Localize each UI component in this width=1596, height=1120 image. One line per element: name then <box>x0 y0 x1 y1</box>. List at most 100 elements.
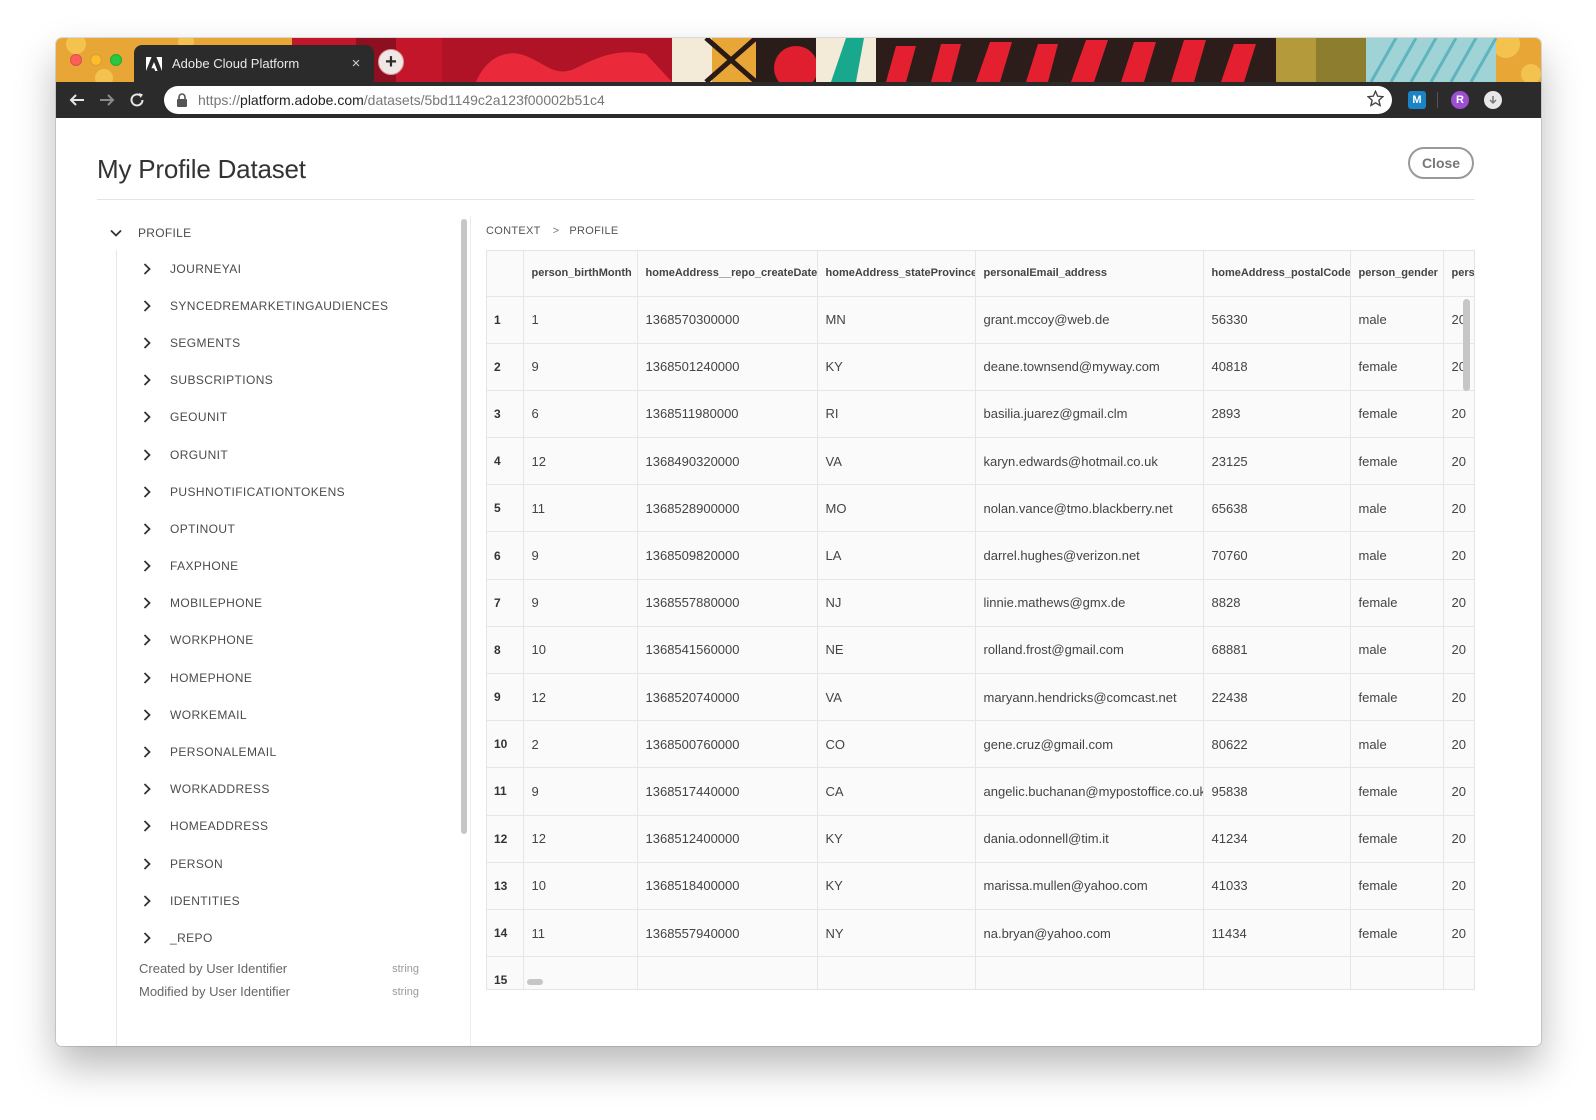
table-cell: 9 <box>523 531 638 580</box>
back-button[interactable] <box>62 85 92 115</box>
tree-item-identities[interactable]: IDENTITIES <box>116 882 463 919</box>
column-header[interactable]: homeAddress_stateProvince <box>817 251 976 297</box>
tree-item-segments[interactable]: SEGMENTS <box>116 324 463 361</box>
star-icon[interactable] <box>1367 90 1384 107</box>
window-maximize-button[interactable] <box>110 54 122 66</box>
tree-item-label: MOBILEPHONE <box>170 596 263 611</box>
forward-button[interactable] <box>92 85 122 115</box>
page-title: My Profile Dataset <box>97 154 306 184</box>
tree-item-journeyai[interactable]: JOURNEYAI <box>116 250 463 287</box>
table-cell: VA <box>817 673 976 722</box>
tree-item-label: SUBSCRIPTIONS <box>170 373 274 388</box>
table-cell: 9 <box>523 767 638 816</box>
tree-item-homeaddress[interactable]: HOMEADDRESS <box>116 808 463 845</box>
close-button[interactable]: Close <box>1408 147 1474 179</box>
table-cell: 12 <box>523 437 638 486</box>
table-horizontal-scrollbar[interactable] <box>527 979 543 985</box>
column-header[interactable]: personalEmail_address <box>975 251 1204 297</box>
row-number: 6 <box>487 531 524 580</box>
table-row[interactable]: 8 10 1368541560000 NE rolland.frost@gmail.co… <box>487 626 1474 675</box>
table-row[interactable]: 9 12 1368520740000 VA maryann.hendricks@comc… <box>487 673 1474 722</box>
table-cell: 20 <box>1443 296 1474 344</box>
table-cell: 12 <box>523 673 638 722</box>
table-header-row: person_birthMonth homeAddress__repo_crea… <box>487 251 1474 297</box>
table-cell: karyn.edwards@hotmail.co.uk <box>975 437 1204 486</box>
window-close-button[interactable] <box>70 54 82 66</box>
table-cell: 1368557880000 <box>637 579 818 627</box>
column-header[interactable]: person_birthMonth <box>523 251 638 297</box>
profile-avatar-icon[interactable]: R <box>1451 91 1469 109</box>
table-cell: male <box>1350 484 1444 533</box>
table-cell: angelic.buchanan@mypostoffice.co.uk <box>975 767 1204 816</box>
browser-tab-active[interactable]: Adobe Cloud Platform × <box>134 45 374 82</box>
field-row-modified-by[interactable]: Modified by User Identifier string <box>139 984 419 999</box>
tab-close-icon[interactable]: × <box>348 55 364 72</box>
table-cell: 11 <box>523 909 638 958</box>
table-cell: 1368570300000 <box>637 296 818 344</box>
reload-button[interactable] <box>122 85 152 115</box>
tab-strip: Adobe Cloud Platform × + <box>56 38 1541 82</box>
sidebar-scrollbar[interactable] <box>461 219 467 834</box>
tree-item-label: SEGMENTS <box>170 335 241 350</box>
table-row[interactable]: 10 2 1368500760000 CO gene.cruz@gmail.com 806… <box>487 720 1474 769</box>
table-row[interactable]: 15 <box>487 956 1474 989</box>
row-number: 10 <box>487 720 524 769</box>
schema-tree: PROFILE JOURNEYAI SYNCEDREMARKETINGAUDIE… <box>97 216 463 1046</box>
table-cell: 80622 <box>1203 720 1351 769</box>
table-cell: 1368500760000 <box>637 720 818 769</box>
tree-root-profile[interactable]: PROFILE <box>97 216 463 250</box>
table-cell: 11 <box>523 484 638 533</box>
table-row[interactable]: 5 11 1368528900000 MO nolan.vance@tmo.blackb… <box>487 484 1474 533</box>
table-cell: 20 <box>1443 767 1474 816</box>
tree-item-optinout[interactable]: OPTINOUT <box>116 510 463 547</box>
tree-item-faxphone[interactable]: FAXPHONE <box>116 548 463 585</box>
tab-title: Adobe Cloud Platform <box>172 56 300 71</box>
tree-item-workemail[interactable]: WORKEMAIL <box>116 696 463 733</box>
table-row[interactable]: 13 10 1368518400000 KY marissa.mullen@yahoo.… <box>487 862 1474 910</box>
table-cell: 20 <box>1443 626 1474 675</box>
column-header[interactable]: homeAddress_postalCode <box>1203 251 1351 297</box>
tree-item-repo[interactable]: _REPO <box>116 919 463 956</box>
table-cell: male <box>1350 531 1444 580</box>
table-row[interactable]: 2 9 1368501240000 KY deane.townsend@myway.co… <box>487 343 1474 391</box>
data-table: person_birthMonth homeAddress__repo_crea… <box>487 251 1474 989</box>
table-row[interactable]: 11 9 1368517440000 CA angelic.buchanan@mypos… <box>487 767 1474 816</box>
tree-item-workphone[interactable]: WORKPHONE <box>116 622 463 659</box>
table-row[interactable]: 14 11 1368557940000 NY na.bryan@yahoo.com 114… <box>487 909 1474 958</box>
field-row-created-by[interactable]: Created by User Identifier string <box>139 961 419 976</box>
table-row[interactable]: 6 9 1368509820000 LA darrel.hughes@verizon.n… <box>487 531 1474 580</box>
extension-download-icon[interactable] <box>1484 91 1502 109</box>
breadcrumb-item-context[interactable]: CONTEXT <box>486 225 541 237</box>
tree-item-personalemail[interactable]: PERSONALEMAIL <box>116 733 463 770</box>
breadcrumb-item-profile[interactable]: PROFILE <box>569 225 618 237</box>
table-cell <box>1350 956 1444 989</box>
table-cell: female <box>1350 579 1444 627</box>
tree-item-pushnotificationtokens[interactable]: PUSHNOTIFICATIONTOKENS <box>116 473 463 510</box>
tree-item-label: WORKEMAIL <box>170 707 247 722</box>
adobe-logo-icon <box>146 56 162 71</box>
tree-item-person[interactable]: PERSON <box>116 845 463 882</box>
extension-m-icon[interactable]: M <box>1408 91 1426 109</box>
table-row[interactable]: 1 1 1368570300000 MN grant.mccoy@web.de 56330… <box>487 296 1474 344</box>
tree-item-syncedremarketingaudiences[interactable]: SYNCEDREMARKETINGAUDIENCES <box>116 287 463 324</box>
tree-item-mobilephone[interactable]: MOBILEPHONE <box>116 585 463 622</box>
column-header[interactable]: homeAddress__repo_createDate <box>637 251 818 297</box>
table-cell: 20 <box>1443 343 1474 391</box>
table-row[interactable]: 4 12 1368490320000 VA karyn.edwards@hotmail.… <box>487 437 1474 486</box>
address-bar[interactable]: https://platform.adobe.com/datasets/5bd1… <box>164 86 1392 114</box>
tree-item-geounit[interactable]: GEOUNIT <box>116 399 463 436</box>
tree-item-workaddress[interactable]: WORKADDRESS <box>116 771 463 808</box>
table-vertical-scrollbar[interactable] <box>1463 299 1470 391</box>
tree-item-orgunit[interactable]: ORGUNIT <box>116 436 463 473</box>
tree-item-homephone[interactable]: HOMEPHONE <box>116 659 463 696</box>
tree-item-subscriptions[interactable]: SUBSCRIPTIONS <box>116 362 463 399</box>
window-minimize-button[interactable] <box>90 54 102 66</box>
table-row[interactable]: 7 9 1368557880000 NJ linnie.mathews@gmx.de 88… <box>487 579 1474 627</box>
url-host: platform.adobe.com <box>240 92 364 108</box>
column-header[interactable]: person_gender <box>1350 251 1444 297</box>
column-header[interactable]: perso <box>1443 251 1474 297</box>
row-number: 15 <box>487 956 524 989</box>
table-row[interactable]: 3 6 1368511980000 RI basilia.juarez@gmail.cl… <box>487 390 1474 439</box>
new-tab-button[interactable]: + <box>378 49 404 75</box>
table-row[interactable]: 12 12 1368512400000 KY dania.odonnell@tim.it… <box>487 815 1474 863</box>
